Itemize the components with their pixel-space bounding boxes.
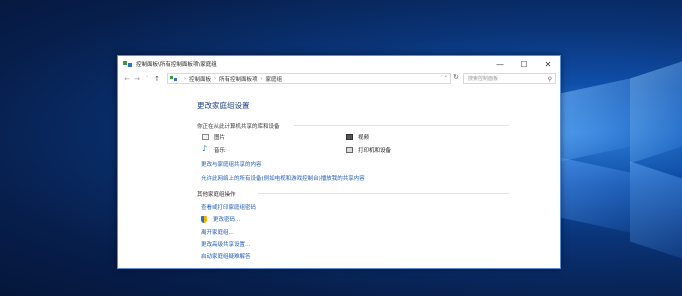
leave-homegroup-link[interactable]: 离开家庭组... bbox=[201, 228, 234, 236]
maximize-button[interactable]: ☐ bbox=[512, 56, 536, 72]
control-panel-icon bbox=[170, 75, 179, 82]
shared-item-label: 音乐 bbox=[214, 148, 226, 154]
shared-item-label: 图片 bbox=[214, 135, 226, 141]
address-bar: ← → ˅ ↑ › 控制面板 › 所有控制面板项 › 家庭组 ˅ ↻ 搜索控制面… bbox=[118, 72, 560, 86]
shared-item-label: 视频 bbox=[358, 135, 370, 141]
back-arrow-icon[interactable]: ← bbox=[122, 75, 132, 83]
chevron-down-icon[interactable]: ˅ bbox=[445, 76, 448, 82]
window-title: 控制面板\所有控制面板项\家庭组 bbox=[136, 62, 217, 68]
search-placeholder: 搜索控制面板 bbox=[468, 76, 499, 82]
desktop-light-beam bbox=[560, 78, 630, 162]
homegroup-window: 控制面板\所有控制面板项\家庭组 — ☐ ✕ ← → ˅ ↑ › 控制面板 › … bbox=[117, 55, 561, 269]
breadcrumb-separator[interactable]: › bbox=[261, 76, 263, 82]
printer-icon bbox=[346, 147, 353, 153]
uac-shield-icon bbox=[201, 216, 208, 223]
section-title-other: 其他家庭组操作 bbox=[197, 192, 236, 198]
desktop-light-beam bbox=[630, 161, 682, 259]
breadcrumb-control-panel[interactable]: 控制面板 bbox=[189, 75, 211, 83]
shared-item-video: 视频 bbox=[346, 133, 369, 141]
title-bar[interactable]: 控制面板\所有控制面板项\家庭组 — ☐ ✕ bbox=[118, 56, 560, 72]
search-icon[interactable]: ⚲ bbox=[548, 76, 552, 83]
shared-item-label: 打印机和设备 bbox=[358, 148, 392, 154]
shared-item-music: 音乐 bbox=[202, 144, 226, 154]
recent-locations-chevron-icon[interactable]: ˅ bbox=[142, 76, 152, 82]
breadcrumb-all-items[interactable]: 所有控制面板项 bbox=[219, 75, 258, 83]
view-print-password-link[interactable]: 查看或打印家庭组密码 bbox=[201, 203, 256, 211]
window-controls: — ☐ ✕ bbox=[488, 56, 560, 72]
control-panel-icon bbox=[123, 60, 133, 68]
breadcrumb[interactable]: › 控制面板 › 所有控制面板项 › 家庭组 ˅ bbox=[167, 73, 451, 84]
music-icon bbox=[202, 144, 209, 153]
breadcrumb-homegroup[interactable]: 家庭组 bbox=[266, 75, 283, 83]
allow-devices-stream-link[interactable]: 允许此网络上的所有设备(例如电视和游戏控制台)播放我的共享内容 bbox=[201, 174, 365, 182]
close-button[interactable]: ✕ bbox=[536, 56, 560, 72]
shared-item-pictures: 图片 bbox=[202, 133, 225, 141]
minimize-button[interactable]: — bbox=[488, 56, 512, 72]
breadcrumb-separator[interactable]: › bbox=[184, 76, 186, 82]
change-password-row[interactable]: 更改密码... bbox=[201, 215, 240, 223]
desktop-light-beam bbox=[560, 157, 630, 233]
page-title: 更改家庭组设置 bbox=[197, 101, 250, 110]
change-password-link[interactable]: 更改密码... bbox=[213, 215, 240, 223]
advanced-sharing-link[interactable]: 更改高级共享设置... bbox=[201, 240, 250, 248]
homegroup-troubleshooter-link[interactable]: 启动家庭组疑难解答 bbox=[201, 252, 251, 260]
shared-item-printers: 打印机和设备 bbox=[346, 146, 391, 154]
forward-arrow-icon[interactable]: → bbox=[132, 75, 142, 83]
section-divider bbox=[294, 125, 509, 126]
desktop-light-beam bbox=[630, 61, 682, 164]
pictures-icon bbox=[202, 134, 209, 140]
section-divider bbox=[258, 193, 509, 194]
search-input[interactable]: 搜索控制面板 ⚲ bbox=[463, 73, 556, 84]
change-shared-content-link[interactable]: 更改与家庭组共享的内容 bbox=[201, 160, 262, 168]
video-icon bbox=[346, 134, 353, 140]
main-content: 更改家庭组设置 你正在从此计算机共享的库和设备 图片 视频 音乐 打印机和设备 … bbox=[118, 88, 560, 268]
refresh-icon[interactable]: ↻ bbox=[453, 73, 459, 81]
breadcrumb-separator[interactable]: › bbox=[214, 76, 216, 82]
up-arrow-icon[interactable]: ↑ bbox=[152, 75, 162, 83]
section-title-shared: 你正在从此计算机共享的库和设备 bbox=[197, 124, 280, 130]
